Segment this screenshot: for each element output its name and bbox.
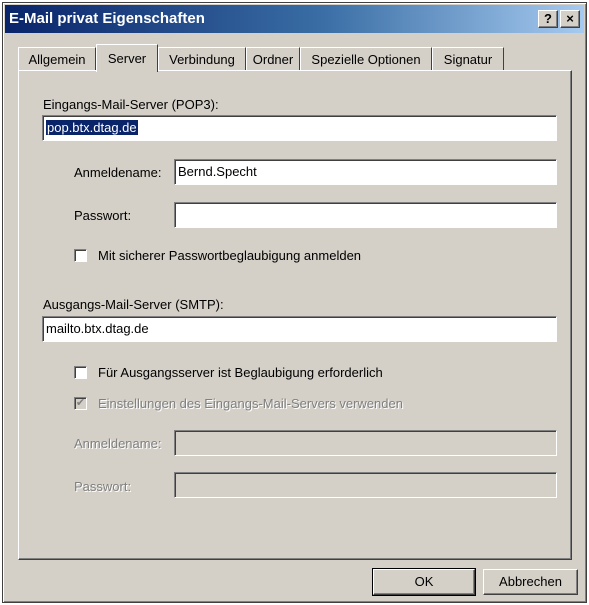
- spa-label: Mit sicherer Passwortbeglaubigung anmeld…: [98, 248, 362, 263]
- use-incoming-settings-label: Einstellungen des Eingangs-Mail-Servers …: [98, 396, 403, 411]
- window-title: E-Mail privat Eigenschaften: [9, 10, 205, 27]
- outgoing-password-input: [174, 472, 557, 498]
- outgoing-password-label: Passwort:: [74, 479, 132, 494]
- close-button[interactable]: ×: [560, 10, 580, 28]
- help-button[interactable]: ?: [538, 10, 558, 28]
- ok-button[interactable]: OK: [372, 568, 476, 596]
- tab-spezielle-optionen[interactable]: Spezielle Optionen: [300, 47, 432, 70]
- incoming-server-label: Eingangs-Mail-Server (POP3):: [43, 97, 219, 112]
- outgoing-username-label: Anmeldename:: [74, 436, 162, 451]
- cancel-button[interactable]: Abbrechen: [483, 569, 578, 595]
- incoming-password-input[interactable]: [174, 202, 557, 228]
- incoming-username-input[interactable]: Bernd.Specht: [174, 159, 557, 185]
- incoming-server-value: pop.btx.dtag.de: [46, 120, 138, 135]
- outgoing-auth-label: Für Ausgangsserver ist Beglaubigung erfo…: [98, 365, 383, 380]
- tab-signatur[interactable]: Signatur: [432, 47, 504, 70]
- spa-checkbox[interactable]: [74, 249, 87, 262]
- incoming-server-input[interactable]: pop.btx.dtag.de: [42, 115, 557, 141]
- outgoing-username-input: [174, 430, 557, 456]
- outgoing-server-label: Ausgangs-Mail-Server (SMTP):: [43, 297, 224, 312]
- incoming-password-label: Passwort:: [74, 208, 132, 223]
- tab-server[interactable]: Server: [96, 44, 158, 72]
- title-bar: E-Mail privat Eigenschaften ? ×: [5, 5, 584, 33]
- outgoing-server-input[interactable]: mailto.btx.dtag.de: [42, 316, 557, 342]
- tab-ordner[interactable]: Ordner: [246, 47, 300, 70]
- tab-allgemein[interactable]: Allgemein: [18, 47, 96, 70]
- incoming-username-label: Anmeldename:: [74, 165, 162, 180]
- outgoing-auth-checkbox[interactable]: [74, 366, 87, 379]
- tab-verbindung[interactable]: Verbindung: [158, 47, 246, 70]
- use-incoming-settings-checkbox[interactable]: ✔: [74, 397, 87, 410]
